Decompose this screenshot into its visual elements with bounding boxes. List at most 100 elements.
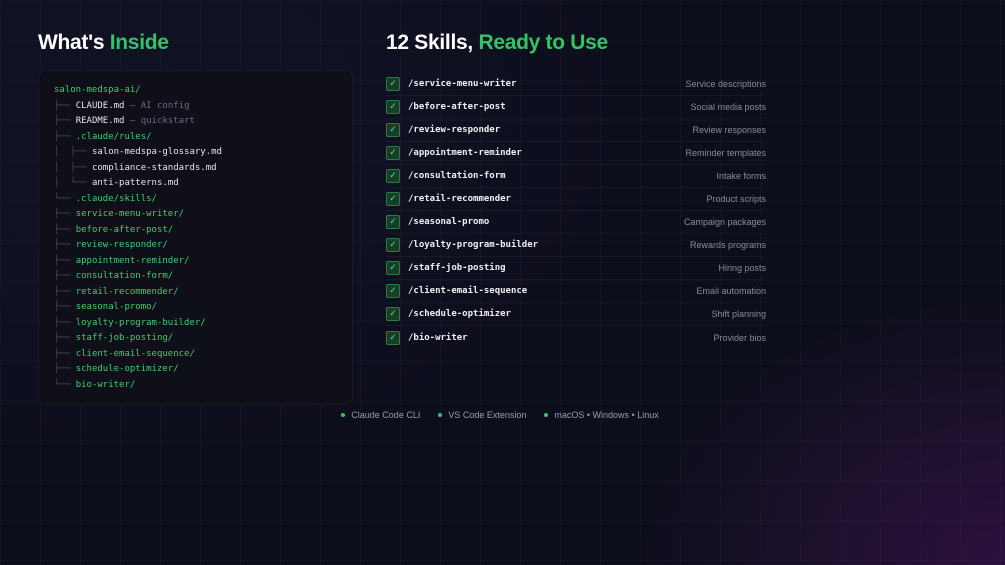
skill-command: /review-responder	[408, 125, 501, 135]
platform-item: VS Code Extension	[438, 410, 526, 420]
tree-entry-name: service-menu-writer/	[75, 209, 185, 219]
skill-command: /loyalty-program-builder	[408, 240, 539, 250]
skill-row: ✓ /before-after-post Social media posts	[386, 96, 766, 119]
tree-branch: ├──	[54, 302, 76, 312]
platform-label: macOS • Windows • Linux	[554, 410, 659, 420]
skill-description: Provider bios	[713, 332, 766, 343]
skill-description: Intake forms	[716, 171, 766, 181]
tree-file: ├── README.md — quickstart	[54, 114, 352, 130]
platform-item: macOS • Windows • Linux	[544, 410, 659, 420]
tree-folder: ├── staff-job-posting/	[54, 331, 352, 347]
checkmark-icon: ✓	[386, 123, 400, 137]
skill-command: /retail-recommender	[408, 194, 511, 204]
skill-command: /appointment-reminder	[408, 148, 522, 158]
skill-row: ✓ /seasonal-promo Campaign packages	[386, 211, 766, 234]
skills-list: ✓ /service-menu-writer Service description…	[386, 73, 766, 349]
heading-accent: Ready to Use	[478, 31, 608, 54]
checkmark-icon: ✓	[386, 100, 400, 114]
platform-footer: Claude Code CLI VS Code Extension macOS • …	[0, 410, 1005, 420]
bullet-dot-icon	[544, 413, 549, 417]
platform-label: Claude Code CLI	[351, 410, 421, 420]
tree-branch: ├──	[54, 286, 76, 297]
tree-file: │ └── anti-patterns.md	[54, 176, 352, 192]
tree-entry-name: salon-medspa-glossary.md	[91, 147, 222, 157]
skills-heading: 12 Skills, Ready to Use	[386, 31, 608, 55]
skill-command: /service-menu-writer	[408, 79, 517, 89]
checkmark-icon: ✓	[386, 307, 400, 321]
tree-entry-name: .claude/rules/	[75, 131, 152, 142]
checkmark-icon: ✓	[386, 238, 400, 252]
tree-folder: └── .claude/skills/	[54, 192, 352, 208]
tree-entry-name: README.md	[75, 116, 125, 126]
tree-folder: ├── schedule-optimizer/	[54, 362, 352, 378]
skill-row: ✓ /bio-writer Provider bios	[386, 326, 766, 349]
tree-branch: ├──	[54, 131, 76, 142]
tree-entry-name: client-email-sequence/	[75, 348, 195, 359]
skill-row: ✓ /staff-job-posting Hiring posts	[386, 257, 766, 280]
tree-comment: — quickstart	[124, 116, 195, 126]
tree-folder: ├── seasonal-promo/	[54, 300, 352, 316]
tree-branch: ├──	[54, 333, 76, 343]
bullet-dot-icon	[341, 413, 346, 417]
tree-entry-name: seasonal-promo/	[75, 302, 157, 312]
tree-folder: salon-medspa-ai/	[54, 83, 352, 99]
skill-command: /schedule-optimizer	[408, 309, 511, 319]
skill-command: /consultation-form	[408, 171, 506, 181]
checkmark-icon: ✓	[386, 146, 400, 160]
tree-branch: │ └──	[54, 178, 92, 188]
checkmark-icon: ✓	[386, 169, 400, 183]
tree-folder: ├── consultation-form/	[54, 269, 352, 285]
skill-row: ✓ /loyalty-program-builder Rewards program…	[386, 234, 766, 257]
tree-branch: └──	[54, 193, 76, 204]
tree-entry-name: appointment-reminder/	[75, 255, 190, 266]
tree-folder: └── bio-writer/	[54, 378, 352, 394]
tree-folder: ├── loyalty-program-builder/	[54, 316, 352, 332]
skill-description: Review responses	[692, 125, 766, 135]
skill-description: Reminder templates	[685, 148, 766, 158]
tree-branch: ├──	[54, 348, 76, 359]
skill-row: ✓ /consultation-form Intake forms	[386, 165, 766, 188]
tree-branch: ├──	[54, 240, 76, 250]
tree-file: │ ├── compliance-standards.md	[54, 161, 352, 177]
skill-description: Campaign packages	[683, 217, 766, 227]
tree-comment: — AI config	[124, 100, 190, 111]
tree-folder: ├── client-email-sequence/	[54, 347, 352, 363]
tree-folder: ├── appointment-reminder/	[54, 254, 352, 270]
skill-row: ✓ /appointment-reminder Reminder templates	[386, 142, 766, 165]
skill-description: Rewards programs	[689, 240, 766, 250]
skill-description: Product scripts	[706, 194, 766, 204]
checkmark-icon: ✓	[386, 192, 400, 206]
tree-folder: ├── review-responder/	[54, 238, 352, 254]
tree-branch: ├──	[54, 255, 76, 266]
tree-entry-name: salon-medspa-ai/	[54, 85, 141, 95]
heading-prefix: What's	[38, 31, 105, 54]
skill-command: /bio-writer	[408, 332, 468, 343]
skill-command: /staff-job-posting	[408, 263, 506, 273]
tree-branch: ├──	[54, 100, 76, 111]
tree-file: ├── CLAUDE.md — AI config	[54, 99, 352, 115]
file-tree-panel: salon-medspa-ai/ ├── CLAUDE.md — AI confi…	[38, 70, 353, 405]
skill-command: /seasonal-promo	[408, 217, 490, 227]
skill-description: Hiring posts	[718, 263, 766, 273]
heading-accent: Inside	[109, 31, 169, 54]
skill-row: ✓ /retail-recommender Product scripts	[386, 188, 766, 211]
skill-command: /client-email-sequence	[408, 286, 528, 296]
tree-folder: ├── retail-recommender/	[54, 285, 352, 301]
tree-entry-name: staff-job-posting/	[75, 333, 174, 343]
platform-item: Claude Code CLI	[341, 410, 420, 420]
tree-entry-name: loyalty-program-builder/	[75, 317, 206, 328]
tree-branch: ├──	[54, 317, 76, 328]
tree-entry-name: retail-recommender/	[75, 286, 179, 297]
checkmark-icon: ✓	[386, 284, 400, 298]
checkmark-icon: ✓	[386, 330, 400, 345]
tree-branch: └──	[54, 379, 76, 390]
skill-description: Service descriptions	[685, 79, 766, 89]
skill-row: ✓ /client-email-sequence Email automation	[386, 280, 766, 303]
checkmark-icon: ✓	[386, 77, 400, 91]
tree-folder: ├── .claude/rules/	[54, 130, 352, 146]
platform-label: VS Code Extension	[448, 410, 527, 420]
tree-entry-name: before-after-post/	[75, 224, 174, 235]
tree-file: │ ├── salon-medspa-glossary.md	[54, 145, 352, 161]
tree-branch: ├──	[54, 224, 76, 235]
tree-branch: ├──	[54, 209, 76, 219]
